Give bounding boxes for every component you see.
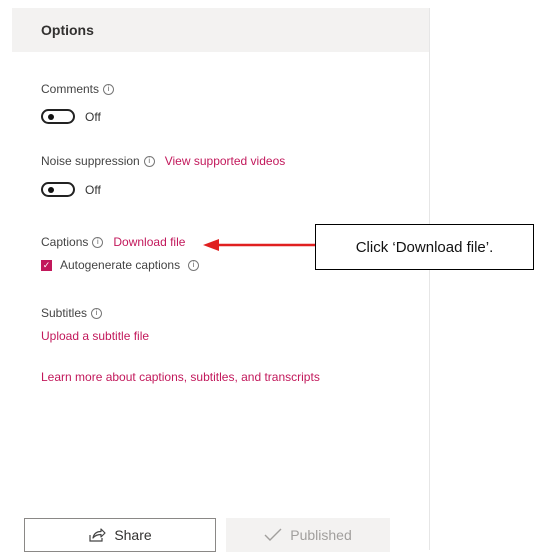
subtitles-label: Subtitles — [41, 306, 88, 320]
autogenerate-captions-row: ✓ Autogenerate captions i — [41, 258, 200, 272]
comments-toggle-state: Off — [85, 109, 101, 124]
info-icon[interactable]: i — [92, 236, 104, 248]
view-supported-videos-link[interactable]: View supported videos — [165, 154, 286, 168]
published-button[interactable]: Published — [226, 518, 390, 552]
noise-toggle[interactable] — [41, 182, 75, 197]
comments-toggle[interactable] — [41, 109, 75, 124]
comments-row: Comments i — [41, 82, 115, 96]
annotation-callout: Click ‘Download file’. — [315, 224, 534, 270]
autogenerate-label: Autogenerate captions — [60, 258, 181, 272]
share-button[interactable]: Share — [24, 518, 216, 552]
noise-toggle-state: Off — [85, 182, 101, 197]
toggle-knob — [48, 187, 54, 193]
noise-label: Noise suppression — [41, 154, 140, 168]
autogenerate-checkbox[interactable]: ✓ — [41, 259, 52, 271]
info-icon[interactable]: i — [91, 307, 103, 319]
comments-toggle-row: Off — [41, 109, 101, 124]
comments-label: Comments — [41, 82, 100, 96]
checkmark-icon — [264, 528, 282, 541]
info-icon[interactable]: i — [103, 83, 115, 95]
published-label: Published — [290, 527, 352, 543]
upload-subtitle-link[interactable]: Upload a subtitle file — [41, 329, 149, 343]
captions-row: Captions i Download file — [41, 235, 185, 249]
toggle-knob — [48, 114, 54, 120]
annotation-arrow — [203, 239, 317, 251]
share-label: Share — [114, 527, 152, 543]
learn-more-link[interactable]: Learn more about captions, subtitles, an… — [41, 370, 320, 384]
options-panel: Options Comments i Off Noise suppression… — [12, 8, 430, 552]
download-file-link[interactable]: Download file — [113, 235, 185, 249]
noise-toggle-row: Off — [41, 182, 101, 197]
share-icon — [89, 528, 106, 542]
info-icon[interactable]: i — [188, 259, 200, 271]
captions-label: Captions — [41, 235, 89, 249]
panel-title: Options — [12, 8, 429, 52]
info-icon[interactable]: i — [143, 155, 155, 167]
subtitles-row: Subtitles i — [41, 306, 103, 320]
noise-row: Noise suppression i View supported video… — [41, 154, 285, 168]
